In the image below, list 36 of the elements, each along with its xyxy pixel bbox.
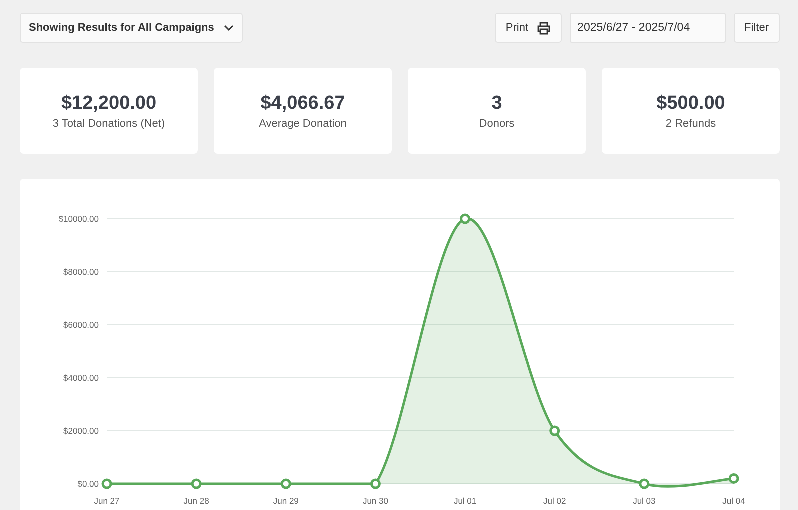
- x-axis-label: Jul 04: [722, 496, 746, 506]
- stat-label: Donors: [479, 118, 515, 130]
- y-axis-label: $10000.00: [58, 214, 99, 224]
- campaign-dropdown[interactable]: Showing Results for All Campaigns: [20, 13, 244, 43]
- print-button[interactable]: Print: [494, 13, 562, 43]
- y-axis-label: $8000.00: [64, 267, 99, 277]
- chevron-down-icon: [224, 25, 234, 31]
- data-point: [191, 478, 202, 490]
- x-axis-label: Jun 30: [362, 496, 388, 506]
- stat-label: 3 Total Donations (Net): [52, 118, 166, 130]
- y-axis-label: $6000.00: [64, 320, 99, 330]
- x-axis-label: Jul 01: [454, 496, 477, 506]
- data-point: [280, 478, 292, 490]
- data-point: [728, 473, 740, 484]
- stat-value: 3: [492, 92, 502, 114]
- x-axis-label: Jun 28: [184, 496, 210, 506]
- filter-button[interactable]: Filter: [734, 13, 780, 43]
- data-point: [639, 478, 650, 490]
- data-point: [370, 478, 381, 490]
- data-point: [460, 214, 471, 224]
- y-axis-label: $0.00: [78, 479, 99, 489]
- date-range-field[interactable]: 2025/6/27 - 2025/7/04: [570, 13, 726, 43]
- stat-label: Average Donation: [259, 118, 347, 130]
- x-axis-label: Jul 03: [633, 496, 656, 506]
- x-axis-label: Jun 27: [94, 496, 120, 506]
- printer-icon: [536, 22, 551, 34]
- x-axis-label: Jun 29: [273, 496, 299, 506]
- x-axis-label: Jul 02: [544, 496, 566, 506]
- stat-value: $12,200.00: [61, 92, 157, 114]
- stat-value: $4,066.67: [260, 92, 346, 114]
- stat-label: 2 Refunds: [666, 118, 716, 130]
- data-point: [102, 478, 112, 490]
- y-axis-label: $4000.00: [64, 373, 99, 383]
- data-point: [550, 426, 560, 436]
- stat-value: $500.00: [656, 92, 726, 114]
- y-axis-label: $2000.00: [64, 426, 99, 436]
